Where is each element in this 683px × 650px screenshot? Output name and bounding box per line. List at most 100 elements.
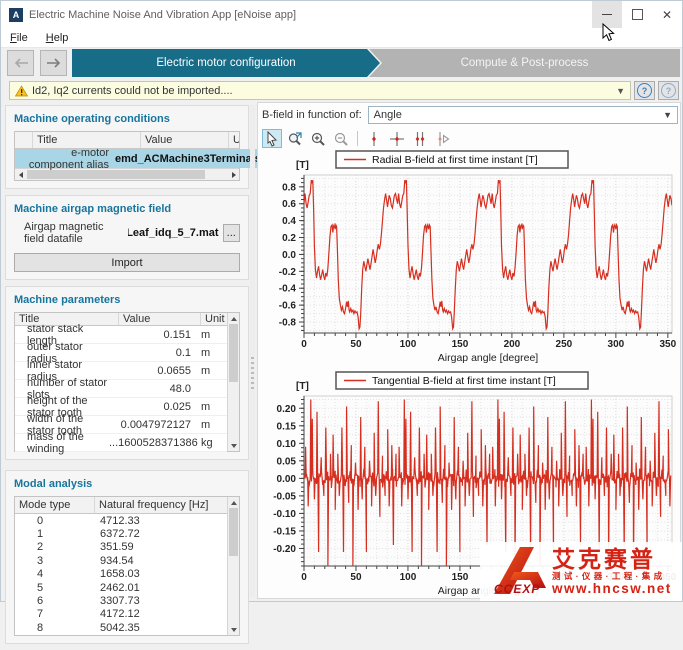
modal-analysis-table: Mode type Natural frequency [Hz] 04712.3… <box>14 496 240 636</box>
section-title: Machine parameters <box>14 294 240 306</box>
param-value: 0.0047972127 <box>109 419 196 431</box>
scroll-right-icon[interactable] <box>228 169 239 180</box>
column-unit: U <box>229 132 239 148</box>
select-tool-button[interactable] <box>262 129 282 148</box>
zoom-dynamic-icon <box>287 131 303 147</box>
svg-text:250: 250 <box>556 339 573 350</box>
scrollbar-thumb[interactable] <box>229 324 238 382</box>
bfield-function-select[interactable]: Angle ▼ <box>368 106 678 124</box>
table-row[interactable]: 85042.35 <box>15 621 227 634</box>
column-value: Value <box>119 313 201 325</box>
mode-type: 2 <box>15 541 95 553</box>
cursor-cross-tool-button[interactable] <box>387 129 407 148</box>
svg-text:0: 0 <box>301 339 307 350</box>
forward-button[interactable] <box>40 50 67 76</box>
scroll-down-icon[interactable] <box>228 440 239 451</box>
svg-text:150: 150 <box>452 572 469 583</box>
table-row[interactable]: e-motor component alias emd_ACMachine3Te… <box>15 149 239 168</box>
svg-text:Airgap angle [degree]: Airgap angle [degree] <box>438 352 538 364</box>
section-airgap-field: Machine airgap magnetic field Airgap mag… <box>5 195 249 280</box>
back-button[interactable] <box>7 50 34 76</box>
bfield-function-label: B-field in function of: <box>262 109 362 121</box>
svg-text:150: 150 <box>452 339 469 350</box>
mode-type: 5 <box>15 582 95 594</box>
warning-message-combobox[interactable]: Id2, Iq2 currents could not be imported.… <box>9 81 631 100</box>
cursor-double-tool-button[interactable] <box>410 129 430 148</box>
zoom-out-tool-button[interactable] <box>331 129 351 148</box>
tab-compute-post-process[interactable]: Compute & Post-process <box>369 49 680 77</box>
horizontal-scrollbar[interactable] <box>15 168 239 180</box>
table-row[interactable]: 16372.72 <box>15 527 227 540</box>
svg-text:0.10: 0.10 <box>277 439 297 450</box>
chevron-down-icon[interactable]: ▼ <box>616 86 625 96</box>
cursor-play-tool-button[interactable] <box>433 129 453 148</box>
zoom-in-tool-button[interactable] <box>308 129 328 148</box>
svg-text:0.00: 0.00 <box>277 474 297 485</box>
import-button[interactable]: Import <box>14 253 240 272</box>
cursor-cross-icon <box>389 131 405 147</box>
cursor-single-tool-button[interactable] <box>364 129 384 148</box>
configuration-panel: Machine operating conditions Title Value… <box>5 105 249 650</box>
tab-electric-motor-configuration[interactable]: Electric motor configuration <box>72 49 380 77</box>
table-row[interactable]: mass of the winding...1600528371386kg <box>15 434 227 452</box>
menu-file[interactable]: File <box>1 32 37 44</box>
watermark-url: www.hncsw.net <box>552 582 682 596</box>
scrollbar-thumb[interactable] <box>229 508 238 556</box>
mode-type: 6 <box>15 595 95 607</box>
scrollbar-thumb[interactable] <box>27 170 205 179</box>
table-row[interactable]: 3934.54 <box>15 554 227 567</box>
section-title: Machine airgap magnetic field <box>14 203 240 215</box>
operating-conditions-table: Title Value U e-motor component alias em… <box>14 131 240 181</box>
table-row[interactable]: 74172.12 <box>15 608 227 621</box>
vertical-scrollbar[interactable] <box>227 313 239 451</box>
section-title: Modal analysis <box>14 478 240 490</box>
column-value: Value <box>141 132 229 148</box>
radial-bfield-chart[interactable]: 050100150200250300350-0.8-0.6-0.4-0.20.0… <box>258 149 679 367</box>
svg-text:-0.2: -0.2 <box>279 267 297 278</box>
menu-help[interactable]: Help <box>37 32 78 44</box>
cursor-arrow-icon <box>264 131 280 147</box>
table-header: Mode type Natural frequency [Hz] <box>15 497 227 514</box>
window-title: Electric Machine Noise And Vibration App… <box>29 9 296 21</box>
svg-text:[T]: [T] <box>296 160 309 171</box>
mode-type: 7 <box>15 608 95 620</box>
table-row[interactable]: 2351.59 <box>15 541 227 554</box>
context-help-button[interactable]: ? <box>658 81 679 100</box>
panel-splitter[interactable] <box>250 105 255 597</box>
table-row[interactable]: 04712.33 <box>15 514 227 527</box>
param-value: 0.025 <box>109 401 196 413</box>
browse-button[interactable]: ... <box>223 224 240 242</box>
section-title: Machine operating conditions <box>14 113 240 125</box>
menu-bar: File Help <box>1 28 682 48</box>
cursor-single-icon <box>366 131 382 147</box>
scroll-up-icon[interactable] <box>228 497 239 508</box>
natural-frequency: 5042.35 <box>95 622 227 634</box>
scroll-left-icon[interactable] <box>15 169 26 180</box>
vertical-scrollbar[interactable] <box>227 497 239 635</box>
watermark-tagline: 测 试 · 仪 器 · 工 程 · 集 成 <box>552 572 682 581</box>
svg-text:300: 300 <box>608 339 625 350</box>
column-natural-frequency: Natural frequency [Hz] <box>95 497 227 513</box>
svg-text:0.4: 0.4 <box>282 216 296 227</box>
table-row[interactable]: 41658.03 <box>15 568 227 581</box>
scroll-up-icon[interactable] <box>228 313 239 324</box>
param-unit: m <box>196 419 227 431</box>
column-unit: Unit <box>201 313 227 325</box>
zoom-dynamic-tool-button[interactable] <box>285 129 305 148</box>
mode-type: 3 <box>15 555 95 567</box>
param-title: mass of the winding <box>15 431 109 455</box>
plot-panel: B-field in function of: Angle ▼ <box>257 102 681 599</box>
table-row[interactable]: 63307.73 <box>15 594 227 607</box>
vendor-watermark: CCEXP 艾克赛普 测 试 · 仪 器 · 工 程 · 集 成 www.hnc… <box>480 542 682 601</box>
scroll-down-icon[interactable] <box>228 624 239 635</box>
chevron-down-icon: ▼ <box>663 110 672 120</box>
svg-text:200: 200 <box>504 339 521 350</box>
table-row[interactable]: 52462.01 <box>15 581 227 594</box>
section-operating-conditions: Machine operating conditions Title Value… <box>5 105 249 189</box>
maximize-button[interactable] <box>622 1 652 28</box>
maximize-icon <box>632 9 643 20</box>
close-button[interactable]: ✕ <box>652 1 682 28</box>
mode-type: 4 <box>15 568 95 580</box>
help-button[interactable]: ? <box>634 81 655 100</box>
step-navigation: Electric motor configuration Compute & P… <box>1 49 682 77</box>
